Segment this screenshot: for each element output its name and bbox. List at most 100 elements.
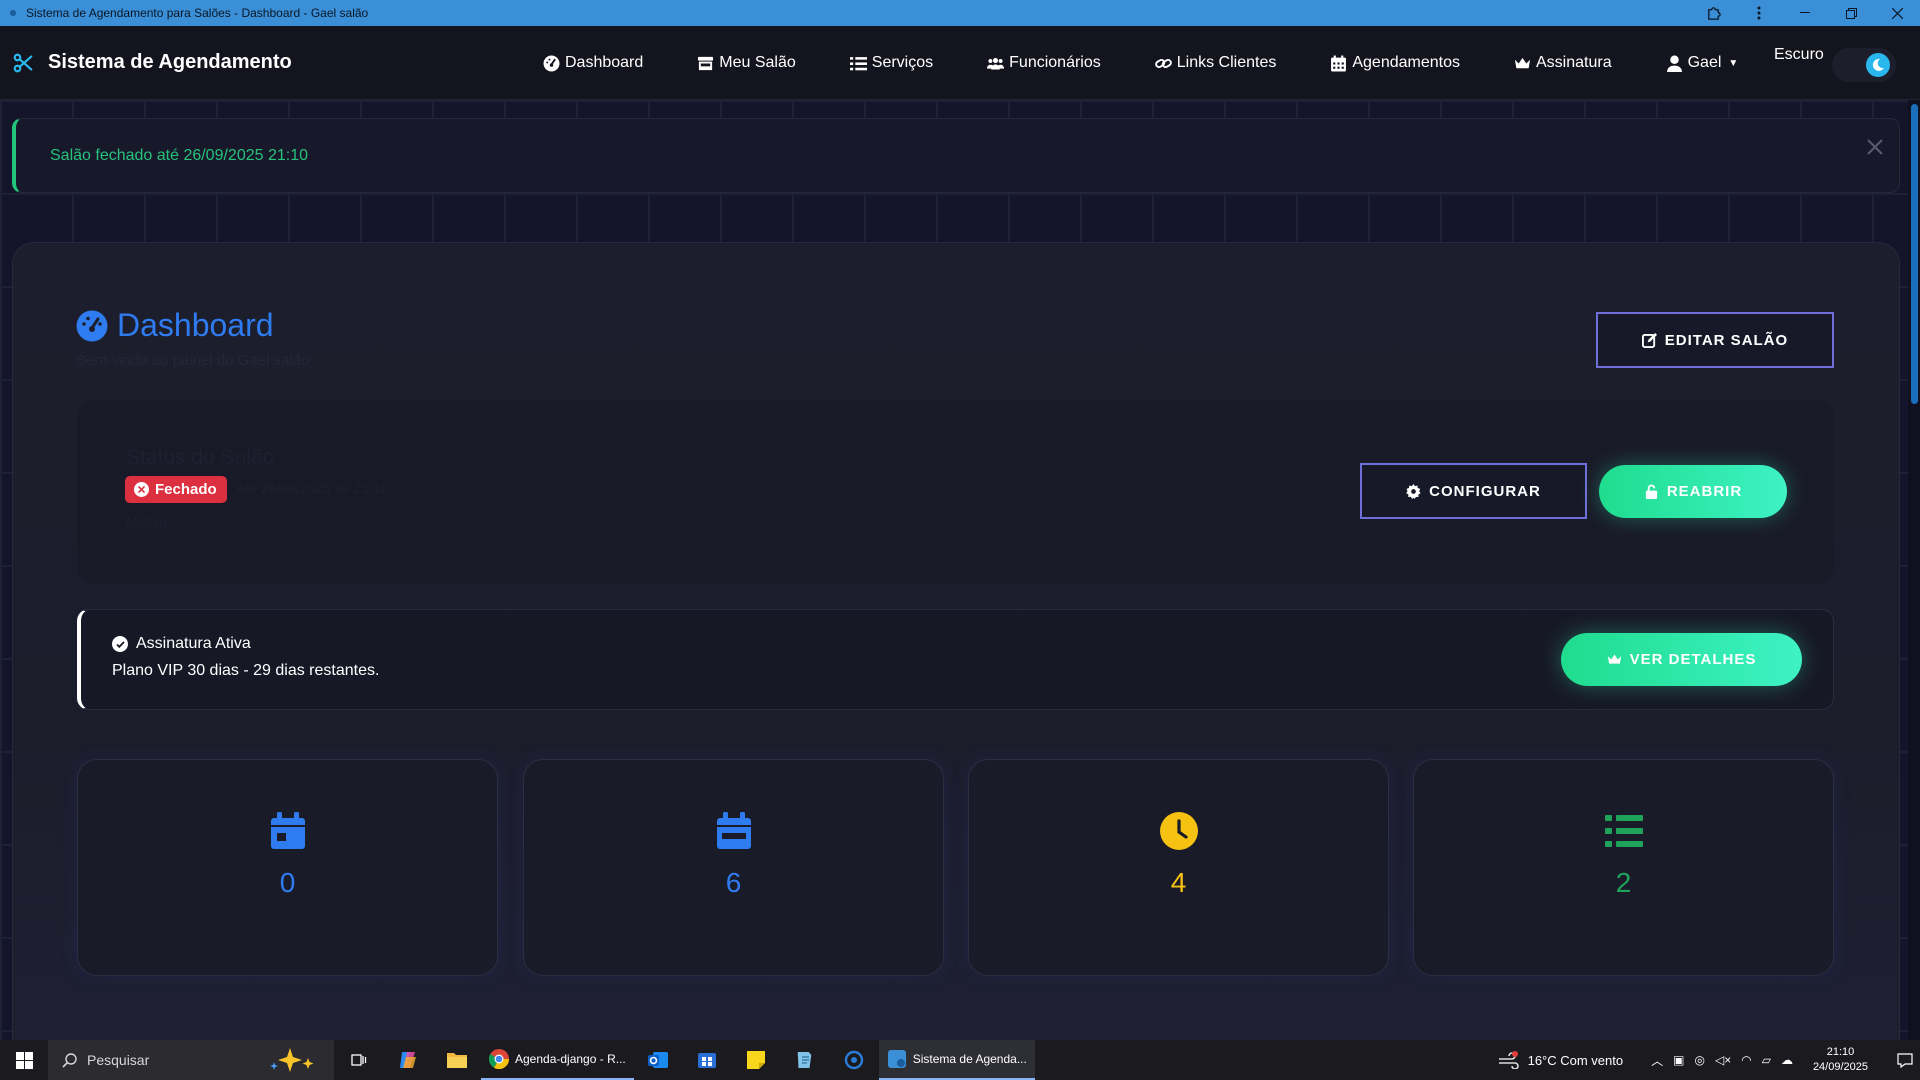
- page-subtitle: Bem-vindo ao painel do Gael salão: [76, 352, 310, 369]
- nav-links: Dashboard Meu Salão Serviços Funcionário…: [543, 26, 1792, 100]
- notepad-icon[interactable]: [781, 1040, 830, 1080]
- minimize-button[interactable]: [1782, 0, 1828, 26]
- nav-dashboard-label: Dashboard: [565, 54, 644, 71]
- clock-time: 21:10: [1826, 1046, 1855, 1058]
- task-view-icon[interactable]: [334, 1040, 383, 1080]
- taskbar-clock[interactable]: 21:10 24/09/2025: [1813, 1045, 1868, 1075]
- theme-switcher: Escuro: [1774, 46, 1896, 82]
- clock-date: 24/09/2025: [1812, 1061, 1868, 1073]
- system-tray: 16°C Com vento ︿ ▣ ◎ ◁× ◠ ▱ ☁ 21:10 24/0…: [1498, 1040, 1920, 1080]
- crown-icon: [1514, 57, 1531, 68]
- nav-meu-salao-label: Meu Salão: [719, 54, 796, 71]
- calendar-day-icon: [270, 812, 305, 849]
- nav-funcionarios-label: Funcionários: [1009, 54, 1101, 71]
- sticky-notes-icon[interactable]: [732, 1040, 781, 1080]
- stat-card-services: 2: [1413, 759, 1834, 976]
- taskbar-search[interactable]: Pesquisar: [48, 1040, 334, 1080]
- stat-card-pending: 4: [968, 759, 1389, 976]
- copilot-icon[interactable]: [383, 1040, 432, 1080]
- extensions-icon[interactable]: [1690, 0, 1736, 26]
- reopen-button[interactable]: REABRIR: [1599, 465, 1787, 518]
- alert-message: Salão fechado até 26/09/2025 21:10: [50, 146, 308, 164]
- store-app-icon[interactable]: [683, 1040, 732, 1080]
- subscription-title: Assinatura Ativa: [112, 635, 251, 653]
- user-icon: [1666, 55, 1682, 72]
- calendar-icon: [1331, 55, 1347, 71]
- status-reason-label: Motivo: [126, 514, 168, 530]
- page-title-text: Dashboard: [117, 307, 274, 343]
- nav-meu-salao[interactable]: Meu Salão: [697, 54, 796, 72]
- reopen-label: REABRIR: [1666, 483, 1743, 500]
- stat-value-week: 6: [725, 867, 742, 898]
- gear-icon: [1406, 483, 1421, 499]
- vpn-app-icon[interactable]: [830, 1040, 879, 1080]
- closed-alert: Salão fechado até 26/09/2025 21:10: [12, 118, 1900, 193]
- stat-value-today: 0: [279, 867, 296, 898]
- configure-button[interactable]: CONFIGURAR: [1360, 463, 1587, 519]
- taskbar-chrome-app[interactable]: Agenda-django - R...: [481, 1040, 634, 1080]
- view-details-label: VER DETALHES: [1629, 651, 1757, 668]
- battery-saver-icon[interactable]: ▱: [1762, 1053, 1771, 1067]
- scissors-icon: [13, 53, 33, 72]
- stat-value-pending: 4: [1170, 867, 1187, 898]
- taskbar-search-placeholder: Pesquisar: [87, 1052, 150, 1068]
- window-titlebar: Sistema de Agendamento para Salões - Das…: [0, 0, 1920, 26]
- sparkle-icon: [270, 1048, 314, 1072]
- user-menu[interactable]: Gael ▼: [1666, 54, 1739, 72]
- close-window-button[interactable]: [1874, 0, 1920, 26]
- nav-agendamentos[interactable]: Agendamentos: [1330, 54, 1460, 72]
- stat-value-services: 2: [1615, 867, 1632, 898]
- list-icon: [1604, 815, 1643, 847]
- chevron-down-icon: ▼: [1728, 57, 1739, 69]
- theme-toggle[interactable]: [1831, 48, 1896, 82]
- x-circle-icon: [134, 482, 149, 497]
- taskbar-current-app[interactable]: Sistema de Agenda...: [878, 1040, 1035, 1080]
- brand-link[interactable]: Sistema de Agendamento: [12, 51, 292, 74]
- nav-agendamentos-label: Agendamentos: [1352, 54, 1460, 71]
- nav-servicos[interactable]: Serviços: [849, 54, 933, 72]
- nav-assinatura[interactable]: Assinatura: [1514, 54, 1612, 72]
- wind-icon: [1498, 1051, 1519, 1069]
- unlock-icon: [1645, 484, 1657, 499]
- meet-now-icon[interactable]: ▣: [1673, 1053, 1684, 1067]
- onedrive-icon[interactable]: ☁: [1781, 1053, 1793, 1067]
- nav-dashboard[interactable]: Dashboard: [543, 54, 643, 72]
- close-icon[interactable]: [1865, 137, 1885, 157]
- status-heading: Status do Salão: [126, 446, 275, 469]
- restore-button[interactable]: [1828, 0, 1874, 26]
- network-sync-icon[interactable]: ◎: [1694, 1053, 1704, 1067]
- store-icon: [698, 56, 714, 70]
- weather-widget[interactable]: 16°C Com vento: [1498, 1051, 1624, 1069]
- nav-funcionarios[interactable]: Funcionários: [987, 54, 1101, 72]
- nav-assinatura-label: Assinatura: [1536, 54, 1612, 71]
- subscription-description: Plano VIP 30 dias - 29 dias restantes.: [112, 662, 380, 679]
- check-circle-icon: [112, 636, 128, 652]
- nav-links-clientes-label: Links Clientes: [1176, 54, 1277, 71]
- start-button[interactable]: [0, 1040, 48, 1080]
- status-note: Até 26/09/2025 às 21:10: [236, 480, 389, 496]
- crown-icon: [1607, 654, 1621, 664]
- app-icon: [10, 10, 16, 16]
- os-taskbar: Pesquisar Agenda-django - R... Sistema d…: [0, 1040, 1920, 1080]
- subscription-title-text: Assinatura Ativa: [136, 635, 251, 652]
- menu-kebab-icon[interactable]: [1736, 0, 1782, 26]
- nav-links-clientes[interactable]: Links Clientes: [1154, 54, 1277, 72]
- list-icon: [849, 56, 867, 70]
- user-name: Gael: [1687, 54, 1722, 71]
- outlook-icon[interactable]: [634, 1040, 683, 1080]
- file-explorer-icon[interactable]: [432, 1040, 481, 1080]
- taskbar-current-label: Sistema de Agenda...: [912, 1052, 1027, 1066]
- volume-muted-icon[interactable]: ◁×: [1715, 1053, 1731, 1067]
- window-title: Sistema de Agendamento para Salões - Das…: [26, 6, 369, 20]
- chevron-up-icon[interactable]: ︿: [1651, 1052, 1663, 1069]
- weather-text: 16°C Com vento: [1527, 1052, 1624, 1068]
- page-scrollbar[interactable]: [1908, 100, 1920, 1040]
- scrollbar-thumb[interactable]: [1911, 104, 1918, 404]
- view-details-button[interactable]: VER DETALHES: [1561, 633, 1802, 686]
- chrome-icon: [489, 1049, 509, 1069]
- wifi-icon[interactable]: ◠: [1741, 1053, 1751, 1067]
- app-window-icon: [887, 1050, 906, 1068]
- notification-icon[interactable]: [1890, 1052, 1920, 1068]
- edit-salon-button[interactable]: EDITAR SALÃO: [1596, 312, 1834, 368]
- status-badge: Fechado: [125, 476, 227, 503]
